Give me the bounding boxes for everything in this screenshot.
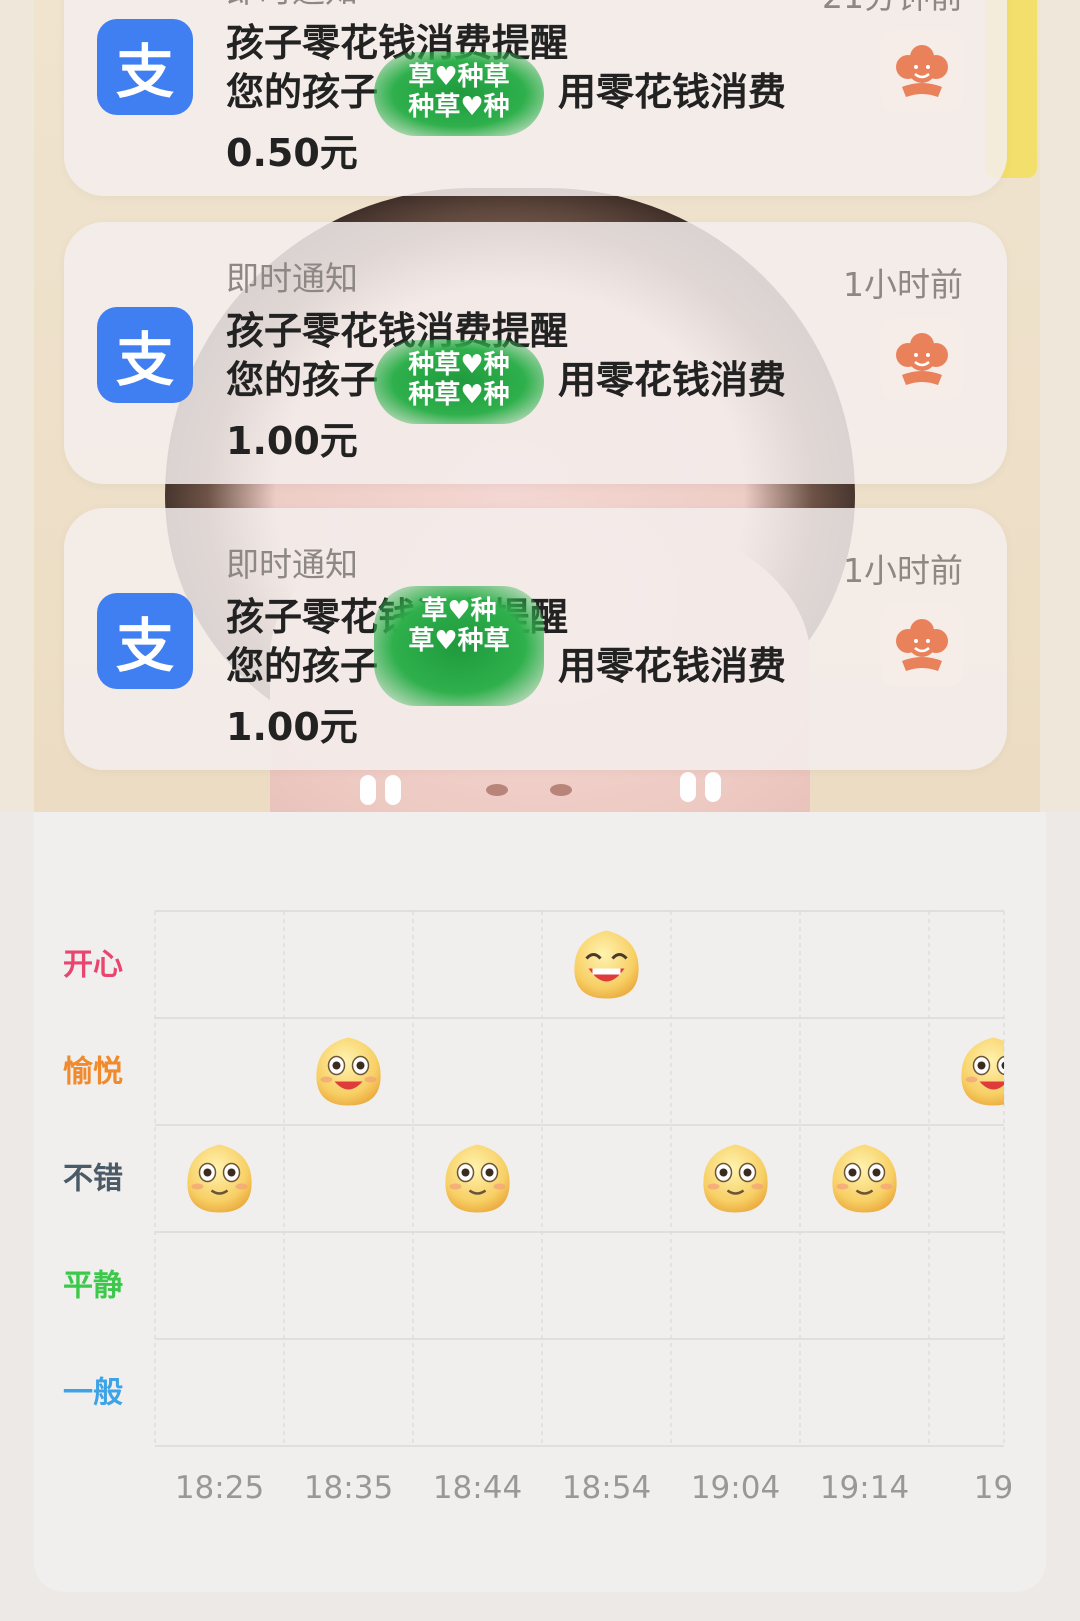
notification-card[interactable]: 即时通知 1小时前 支 孩子零花钱消费提醒 您的孩子 用零花钱消费 1.00元 种… [64,222,1007,484]
good-face-icon [832,1144,897,1213]
x-axis-label: 19:14 [820,1470,909,1506]
watermark-sticker: 种草♥种 种草♥种 [374,340,544,424]
wallpaper-detail [385,775,401,805]
x-axis-label: 18:54 [562,1470,651,1506]
alipay-app-icon: 支 [97,19,193,115]
x-axis-label: 19 [974,1470,1013,1506]
flower-icon [881,318,963,400]
notification-card[interactable]: 即时通知 21分钟前 支 孩子零花钱消费提醒 您的孩子用零花钱消费 0.50元 … [64,0,1007,196]
notification-body-suffix: 用零花钱消费 [558,358,787,402]
y-axis-label: 不错 [63,1162,123,1197]
notification-body-prefix: 您的孩子 [226,358,379,402]
chart-points [187,930,1004,1213]
good-face-icon [187,1144,252,1213]
notification-time: 21分钟前 [822,0,963,18]
watermark-text: 种草♥种 [408,350,510,380]
notification-time: 1小时前 [843,551,963,590]
x-axis-label: 18:44 [433,1470,522,1506]
watermark-text: 草♥种 [421,596,497,626]
wallpaper-detail [705,772,721,802]
notification-category: 即时通知 [226,259,358,298]
notification-amount: 0.50元 [226,131,358,175]
watermark-sticker: 草♥种草 种草♥种 [374,52,544,136]
alipay-app-icon: 支 [97,307,193,403]
wallpaper-detail [550,784,572,796]
watermark-text: 种草♥种 [408,92,510,122]
watermark-text: 草♥种草 [408,62,510,92]
good-face-icon [445,1144,510,1213]
notification-amount: 1.00元 [226,705,358,749]
mood-chart-card: 开心愉悦不错平静一般 18:25 18:35 18:44 18:54 19:04 19:14… [34,812,1046,1592]
notification-amount: 1.00元 [226,419,358,463]
good-face-icon [703,1144,768,1213]
notification-category: 即时通知 [226,0,358,12]
wallpaper-detail [680,772,696,802]
joyful-face-icon [961,1037,1004,1106]
notification-body-prefix: 您的孩子 [226,644,379,688]
notification-body-suffix: 用零花钱消费 [558,644,787,688]
x-axis-label: 18:35 [304,1470,393,1506]
x-axis-label: 18:25 [175,1470,264,1506]
watermark-text: 草♥种草 [408,626,510,656]
x-axis-label: 19:04 [691,1470,780,1506]
joyful-face-icon [316,1037,381,1106]
notification-time: 1小时前 [843,265,963,304]
watermark-text: 种草♥种 [408,380,510,410]
notification-body-prefix: 您的孩子 [226,70,379,114]
notification-body-suffix: 用零花钱消费 [558,70,787,114]
wallpaper-detail [486,784,508,796]
mood-chart: 开心愉悦不错平静一般 18:25 18:35 18:44 18:54 19:04 19:14… [63,910,1013,1506]
alipay-app-icon: 支 [97,593,193,689]
flower-icon [881,30,963,112]
y-axis-label: 开心 [63,948,123,983]
flower-icon [881,604,963,686]
watermark-sticker: 草♥种 草♥种草 [374,586,544,706]
y-axis-label: 愉悦 [63,1055,123,1090]
y-axis-label: 一般 [63,1376,123,1411]
notification-category: 即时通知 [226,545,358,584]
notification-card[interactable]: 即时通知 1小时前 支 孩子零花钱消费提醒 您的孩子用零花钱消费 1.00元 草… [64,508,1007,770]
wallpaper-detail [360,775,376,805]
happy-face-icon [574,930,639,999]
y-axis-label: 平静 [63,1269,123,1304]
